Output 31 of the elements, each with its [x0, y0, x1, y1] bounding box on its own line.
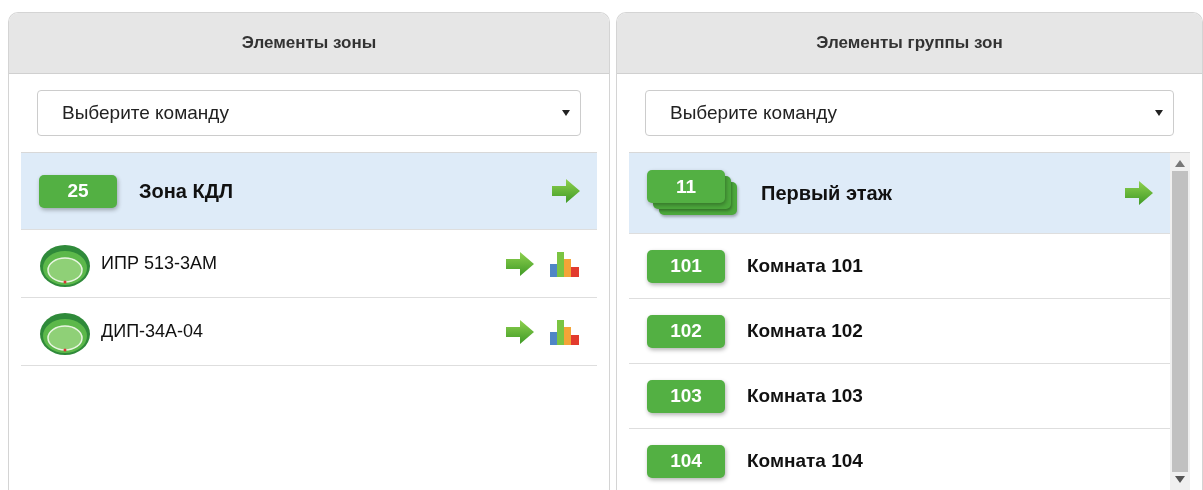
zone-group-row[interactable]: 11 Первый этаж: [629, 153, 1170, 234]
room-name: Комната 101: [747, 255, 864, 277]
room-number-badge: 103: [647, 379, 725, 413]
room-name: Комната 102: [747, 320, 864, 342]
bar-chart-icon[interactable]: [549, 317, 581, 346]
room-number-badge: 101: [647, 249, 725, 283]
room-number-badge: 104: [647, 444, 725, 478]
arrow-right-icon[interactable]: [1124, 180, 1154, 206]
bar-chart-icon[interactable]: [549, 249, 581, 278]
device-name: ДИП-34А-04: [101, 321, 205, 342]
command-select[interactable]: Выберите команду: [37, 90, 581, 136]
room-name: Комната 103: [747, 385, 864, 407]
command-select[interactable]: Выберите команду: [645, 90, 1174, 136]
zone-number-badge: 25: [39, 174, 117, 208]
zone-row[interactable]: 25 Зона КДЛ: [21, 153, 597, 230]
panel-title: Элементы зоны: [9, 13, 609, 74]
room-number-badge: 102: [647, 314, 725, 348]
panel-title: Элементы группы зон: [617, 13, 1202, 74]
group-number-badge: 11: [647, 170, 725, 203]
arrow-right-icon[interactable]: [505, 318, 535, 345]
scrollbar[interactable]: [1170, 153, 1190, 490]
caret-icon: [562, 110, 570, 116]
caret-icon: [1155, 110, 1163, 116]
device-name: ИПР 513-3АМ: [101, 253, 218, 274]
group-name: Первый этаж: [761, 181, 893, 205]
zone-name: Зона КДЛ: [139, 179, 234, 203]
arrow-right-icon[interactable]: [505, 250, 535, 277]
scroll-up-icon[interactable]: [1175, 159, 1185, 167]
room-name: Комната 104: [747, 450, 864, 472]
scroll-down-icon[interactable]: [1175, 476, 1185, 484]
arrow-right-icon[interactable]: [551, 178, 581, 204]
